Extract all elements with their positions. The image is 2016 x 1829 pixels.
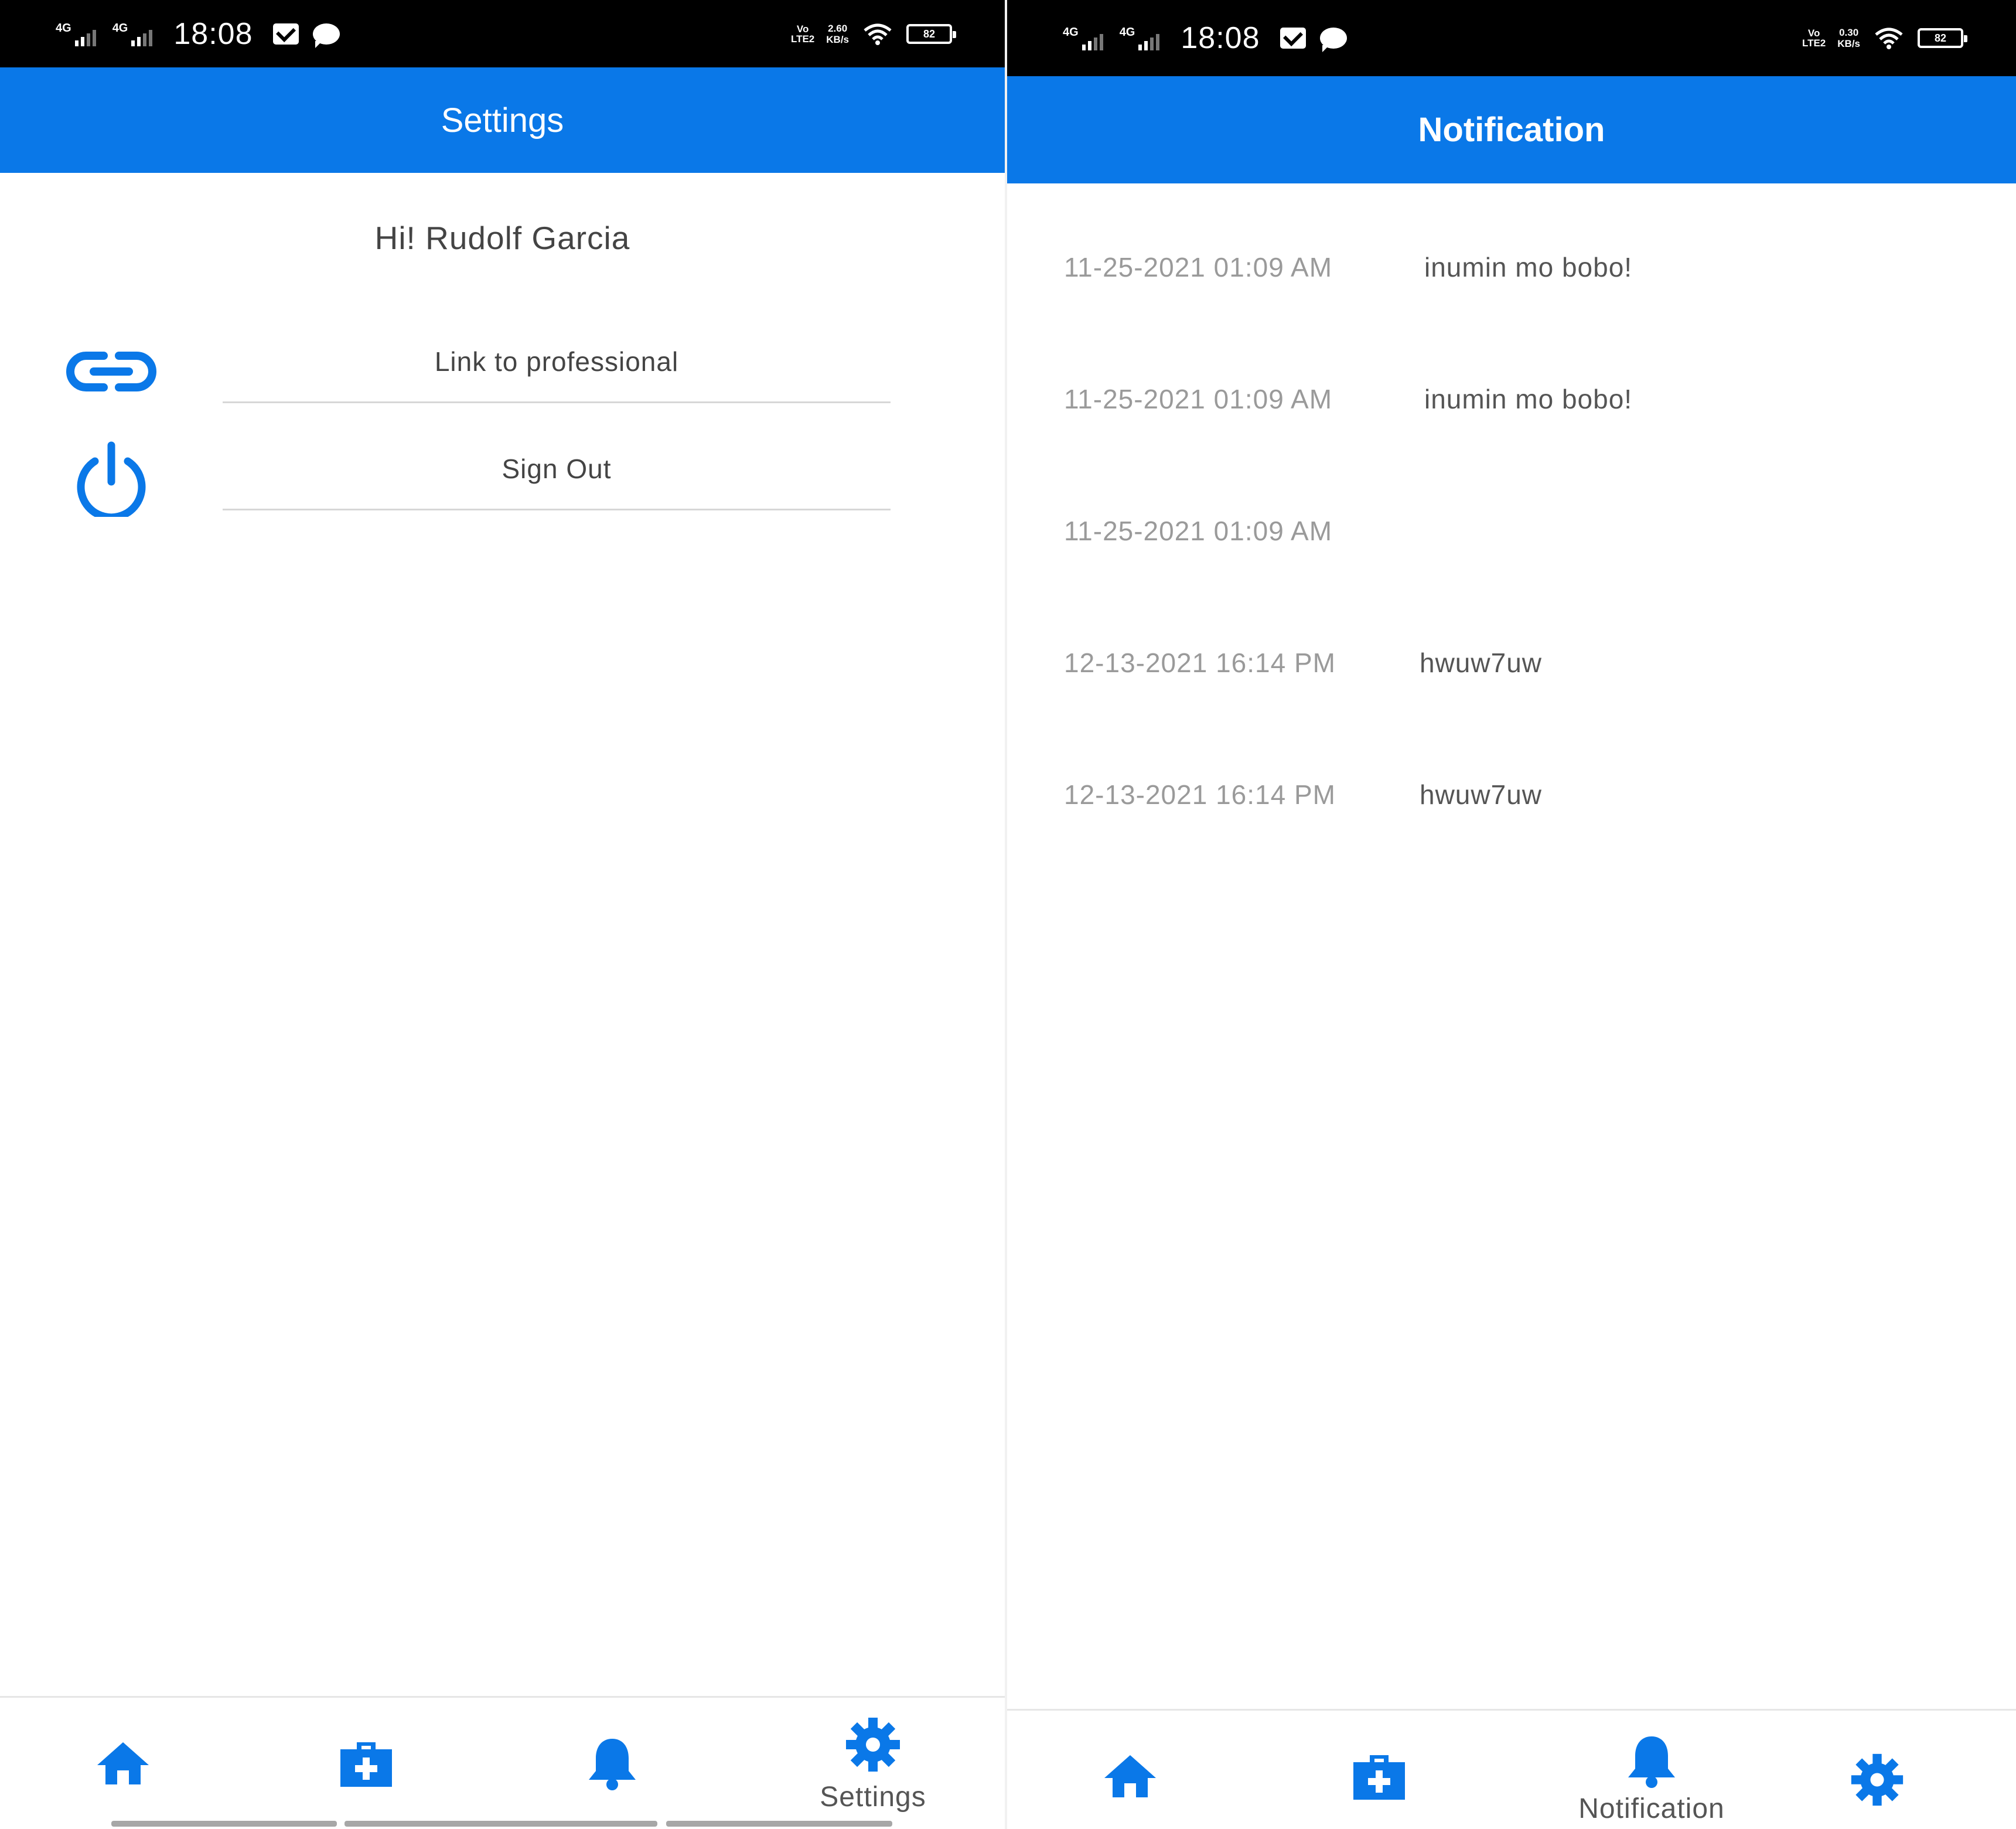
status-bar: 4G 4G 18:08 Vo bbox=[1007, 0, 2016, 76]
volte-label: Vo bbox=[1807, 28, 1820, 39]
notification-header: Notification bbox=[1007, 76, 2016, 183]
home-icon bbox=[1104, 1755, 1156, 1797]
home-indicator-segment bbox=[344, 1821, 657, 1827]
signal-strength-1: 4G bbox=[1063, 26, 1106, 50]
wifi-icon bbox=[864, 23, 892, 45]
status-bar: 4G 4G 18:08 Vo bbox=[0, 0, 1005, 67]
battery-icon: 82 bbox=[1918, 28, 1967, 48]
battery-level: 82 bbox=[1934, 32, 1947, 44]
mail-icon bbox=[1280, 28, 1306, 49]
nav-settings[interactable]: Settings bbox=[800, 1698, 946, 1829]
home-icon bbox=[97, 1742, 149, 1784]
mail-icon bbox=[272, 23, 299, 45]
network-speed-value: 2.60 bbox=[828, 22, 848, 34]
notification-date: 12-13-2021 16:14 PM bbox=[1064, 779, 1336, 810]
nav-notification[interactable] bbox=[565, 1698, 659, 1829]
menu-divider bbox=[223, 401, 891, 403]
network-speed: 2.60 KB/s bbox=[826, 23, 849, 45]
network-type-label: 4G bbox=[56, 21, 71, 35]
status-time: 18:08 bbox=[173, 16, 253, 51]
lte-label: LTE2 bbox=[1802, 38, 1826, 49]
status-left: 4G 4G 18:08 bbox=[56, 0, 340, 67]
status-left: 4G 4G 18:08 bbox=[1063, 0, 1347, 76]
sign-out-label: Sign Out bbox=[502, 453, 612, 484]
power-icon bbox=[62, 441, 161, 517]
menu-divider bbox=[223, 509, 891, 510]
chat-icon bbox=[312, 23, 340, 48]
notification-message: inumin mo bobo! bbox=[1424, 384, 1633, 414]
network-type-label: 4G bbox=[112, 21, 128, 35]
notification-row[interactable]: 12-13-2021 16:14 PM hwuw7uw bbox=[1007, 624, 2016, 711]
link-to-professional-label: Link to professional bbox=[434, 346, 679, 377]
notification-date: 11-25-2021 01:09 AM bbox=[1064, 516, 1333, 546]
network-type-label: 4G bbox=[1119, 26, 1135, 39]
comparison-screenshot: 4G 4G 18:08 Vo LTE2 2.60 KB/s 82 Setting… bbox=[0, 0, 2016, 1829]
nav-notification[interactable]: Notification bbox=[1546, 1711, 1757, 1829]
active-nav-label: Settings bbox=[820, 1782, 926, 1813]
network-speed-unit: KB/s bbox=[826, 33, 849, 45]
signal-strength-2: 4G bbox=[112, 22, 155, 46]
signal-strength-1: 4G bbox=[56, 22, 98, 46]
nav-medical[interactable] bbox=[1332, 1711, 1426, 1829]
status-right: Vo LTE2 2.60 KB/s 82 bbox=[791, 0, 956, 67]
settings-header: Settings bbox=[0, 67, 1005, 173]
notification-screen: 4G 4G 18:08 Vo LTE2 0.30 KB/s 82 Notific… bbox=[1007, 0, 2016, 1829]
nav-home[interactable] bbox=[1083, 1711, 1177, 1829]
lte-label: LTE2 bbox=[790, 33, 815, 45]
battery-level: 82 bbox=[923, 28, 936, 40]
notification-date: 12-13-2021 16:14 PM bbox=[1064, 648, 1336, 678]
volte-indicator: Vo LTE2 bbox=[1802, 28, 1826, 48]
battery-icon: 82 bbox=[906, 23, 956, 44]
link-icon bbox=[62, 333, 161, 410]
notification-row[interactable]: 11-25-2021 01:09 AM inumin mo bobo! bbox=[1007, 360, 2016, 448]
notification-message: inumin mo bobo! bbox=[1424, 252, 1633, 282]
notification-date: 11-25-2021 01:09 AM bbox=[1064, 384, 1333, 414]
status-right: Vo LTE2 0.30 KB/s 82 bbox=[1802, 0, 1967, 76]
notification-message: hwuw7uw bbox=[1420, 779, 1542, 810]
gear-icon bbox=[846, 1718, 900, 1772]
signal-strength-2: 4G bbox=[1120, 26, 1162, 50]
gear-icon bbox=[1851, 1753, 1904, 1806]
nav-home[interactable] bbox=[76, 1698, 170, 1829]
wifi-icon bbox=[1875, 28, 1903, 49]
home-indicator-segment bbox=[666, 1821, 892, 1827]
notification-row[interactable]: 11-25-2021 01:09 AM inumin mo bobo! bbox=[1007, 228, 2016, 316]
bell-icon bbox=[1628, 1736, 1675, 1788]
network-speed-value: 0.30 bbox=[1839, 27, 1859, 38]
settings-screen: 4G 4G 18:08 Vo LTE2 2.60 KB/s 82 Setting… bbox=[0, 0, 1005, 1829]
user-greeting: Hi! Rudolf Garcia bbox=[374, 220, 630, 256]
page-title: Notification bbox=[1418, 111, 1605, 149]
bottom-navigation: Settings bbox=[0, 1696, 1005, 1829]
network-speed-unit: KB/s bbox=[1837, 38, 1860, 49]
nav-settings[interactable] bbox=[1830, 1711, 1924, 1829]
home-indicator-segment bbox=[111, 1821, 337, 1827]
volte-indicator: Vo LTE2 bbox=[791, 24, 814, 44]
link-to-professional-item[interactable]: Link to professional bbox=[0, 322, 1005, 410]
notification-message: hwuw7uw bbox=[1420, 648, 1542, 678]
sign-out-item[interactable]: Sign Out bbox=[0, 429, 1005, 517]
volte-label: Vo bbox=[796, 23, 809, 35]
network-speed: 0.30 KB/s bbox=[1837, 27, 1860, 49]
bottom-navigation: Notification bbox=[1007, 1709, 2016, 1829]
active-nav-label: Notification bbox=[1578, 1793, 1725, 1824]
nav-medical[interactable] bbox=[319, 1698, 413, 1829]
status-time: 18:08 bbox=[1181, 21, 1260, 55]
notification-row[interactable]: 12-13-2021 16:14 PM hwuw7uw bbox=[1007, 755, 2016, 843]
medical-kit-icon bbox=[1353, 1755, 1405, 1800]
bell-icon bbox=[589, 1739, 636, 1790]
notification-row[interactable]: 11-25-2021 01:09 AM bbox=[1007, 492, 2016, 580]
notification-date: 11-25-2021 01:09 AM bbox=[1064, 252, 1333, 282]
chat-icon bbox=[1319, 28, 1347, 52]
network-type-label: 4G bbox=[1063, 26, 1079, 39]
page-title: Settings bbox=[441, 101, 564, 139]
medical-kit-icon bbox=[340, 1742, 392, 1787]
